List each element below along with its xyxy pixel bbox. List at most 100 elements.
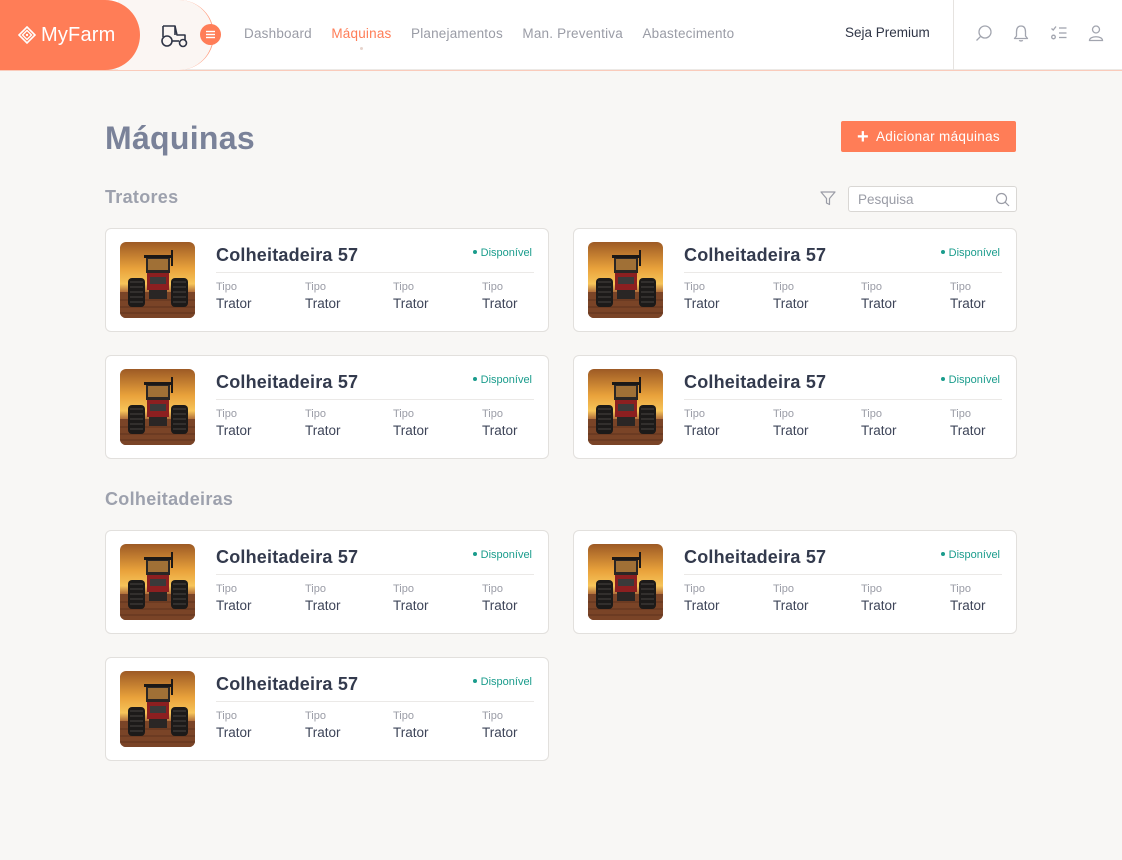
machine-attribute: Tipo Trator: [393, 710, 429, 740]
status-badge: Disponível: [472, 676, 532, 688]
logo-icon: [18, 26, 36, 44]
attribute-value: Trator: [305, 725, 341, 740]
machine-photo: [120, 671, 195, 747]
attribute-label: Tipo: [482, 408, 503, 420]
attribute-value: Trator: [684, 598, 720, 613]
tractor-icon: [161, 25, 188, 48]
attribute-value: Trator: [393, 725, 429, 740]
tractor-photo: [120, 544, 195, 620]
machine-attribute: Tipo Trator: [305, 710, 341, 740]
attribute-label: Tipo: [861, 583, 882, 595]
machine-attribute: Tipo Trator: [482, 281, 518, 311]
attribute-value: Trator: [216, 725, 252, 740]
machine-attribute: Tipo Trator: [393, 583, 429, 613]
attribute-value: Trator: [482, 598, 518, 613]
section-title-tratores: Tratores: [105, 187, 179, 207]
add-machine-button[interactable]: + Adicionar máquinas: [841, 121, 1016, 152]
plus-icon: +: [857, 125, 869, 148]
attribute-label: Tipo: [393, 281, 414, 293]
machine-name: Colheitadeira 57: [216, 372, 359, 392]
search-input[interactable]: [858, 191, 988, 208]
card-divider: [684, 574, 1002, 575]
main-nav: Dashboard Máquinas Planejamentos Man. Pr…: [244, 26, 754, 50]
machine-card[interactable]: Colheitadeira 57 Disponível Tipo Trator Tipo…: [105, 530, 549, 634]
nav-link-dashboard[interactable]: Dashboard: [244, 26, 312, 41]
machine-name: Colheitadeira 57: [684, 547, 827, 567]
machine-attribute: Tipo Trator: [684, 408, 720, 438]
attribute-value: Trator: [684, 423, 720, 438]
status-label: Disponível: [480, 549, 532, 561]
machine-photo: [120, 369, 195, 445]
machine-card[interactable]: Colheitadeira 57 Disponível Tipo Trator Tipo…: [573, 530, 1017, 634]
filter-icon[interactable]: [819, 189, 837, 207]
machine-attribute: Tipo Trator: [950, 408, 986, 438]
status-badge: Disponível: [472, 374, 532, 386]
premium-link[interactable]: Seja Premium: [845, 25, 930, 40]
attribute-value: Trator: [861, 423, 897, 438]
logo[interactable]: MyFarm: [0, 0, 140, 70]
status-badge: Disponível: [940, 374, 1000, 386]
attribute-value: Trator: [305, 598, 341, 613]
menu-icon[interactable]: [200, 24, 221, 45]
machine-card[interactable]: Colheitadeira 57 Disponível Tipo Trator Tipo…: [573, 355, 1017, 459]
attribute-value: Trator: [393, 598, 429, 613]
card-divider: [216, 574, 534, 575]
page-title: Máquinas: [105, 120, 255, 156]
machine-name: Colheitadeira 57: [216, 674, 359, 694]
attribute-value: Trator: [216, 296, 252, 311]
tractor-photo: [120, 369, 195, 445]
attribute-label: Tipo: [950, 583, 971, 595]
status-label: Disponível: [480, 247, 532, 259]
search-icon[interactable]: [994, 191, 1011, 208]
machine-attribute: Tipo Trator: [482, 710, 518, 740]
attribute-value: Trator: [393, 296, 429, 311]
bell-icon[interactable]: [1011, 23, 1031, 43]
checklist-icon[interactable]: [1049, 23, 1069, 43]
attribute-label: Tipo: [216, 710, 237, 722]
machine-card[interactable]: Colheitadeira 57 Disponível Tipo Trator Tipo…: [105, 657, 549, 761]
status-label: Disponível: [948, 247, 1000, 259]
machine-card[interactable]: Colheitadeira 57 Disponível Tipo Trator Tipo…: [573, 228, 1017, 332]
attribute-label: Tipo: [950, 281, 971, 293]
search-field[interactable]: [848, 186, 1017, 212]
machine-attribute: Tipo Trator: [216, 408, 252, 438]
attribute-label: Tipo: [861, 281, 882, 293]
status-dot-icon: [940, 250, 945, 255]
machine-card[interactable]: Colheitadeira 57 Disponível Tipo Trator Tipo…: [105, 355, 549, 459]
card-divider: [216, 272, 534, 273]
attribute-label: Tipo: [861, 408, 882, 420]
attribute-label: Tipo: [773, 583, 794, 595]
nav-link-maquinas[interactable]: Máquinas: [331, 26, 391, 50]
card-divider: [216, 701, 534, 702]
machine-name: Colheitadeira 57: [216, 547, 359, 567]
attribute-label: Tipo: [393, 408, 414, 420]
tractor-photo: [120, 671, 195, 747]
attribute-value: Trator: [393, 423, 429, 438]
machine-attribute: Tipo Trator: [393, 408, 429, 438]
attribute-value: Trator: [773, 598, 809, 613]
machine-attribute: Tipo Trator: [861, 281, 897, 311]
nav-link-abastecimento[interactable]: Abastecimento: [642, 26, 734, 41]
machine-attribute: Tipo Trator: [305, 408, 341, 438]
machine-card[interactable]: Colheitadeira 57 Disponível Tipo Trator Tipo…: [105, 228, 549, 332]
nav-link-man-preventiva[interactable]: Man. Preventiva: [522, 26, 623, 41]
status-label: Disponível: [948, 374, 1000, 386]
machine-attribute: Tipo Trator: [482, 408, 518, 438]
machine-attribute: Tipo Trator: [305, 281, 341, 311]
machine-attribute: Tipo Trator: [393, 281, 429, 311]
machine-photo: [588, 242, 663, 318]
status-label: Disponível: [480, 676, 532, 688]
attribute-value: Trator: [482, 423, 518, 438]
status-dot-icon: [472, 377, 477, 382]
status-dot-icon: [940, 552, 945, 557]
search-icon[interactable]: [974, 23, 994, 43]
nav-link-planejamentos[interactable]: Planejamentos: [411, 26, 503, 41]
attribute-label: Tipo: [482, 710, 503, 722]
attribute-label: Tipo: [684, 583, 705, 595]
machine-photo: [588, 369, 663, 445]
user-icon[interactable]: [1086, 23, 1106, 43]
machine-attribute: Tipo Trator: [861, 408, 897, 438]
section-title-colheitadeiras: Colheitadeiras: [105, 489, 234, 509]
attribute-value: Trator: [950, 423, 986, 438]
status-dot-icon: [472, 552, 477, 557]
